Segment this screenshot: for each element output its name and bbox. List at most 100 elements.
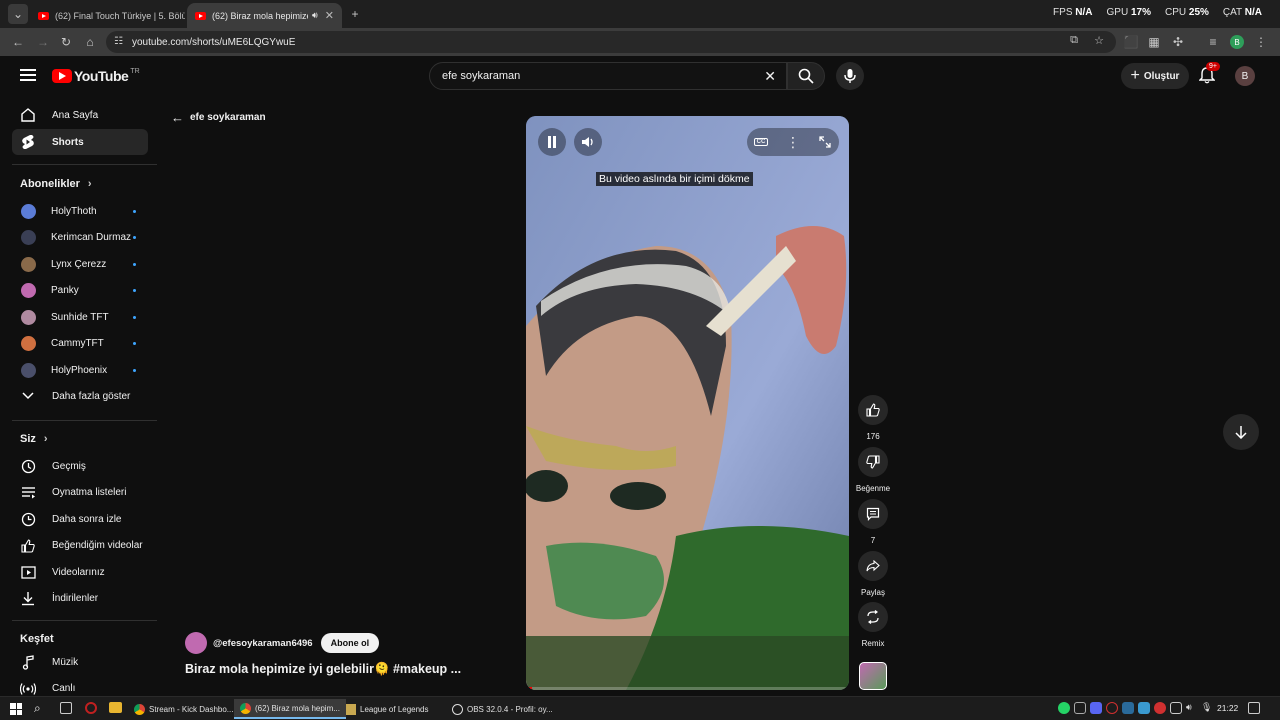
forward-icon[interactable]: →	[34, 33, 52, 51]
like-button[interactable]	[858, 395, 888, 425]
channel-avatar[interactable]	[185, 632, 207, 654]
bookmark-star-icon[interactable]: ☆	[1094, 34, 1104, 47]
address-bar[interactable]: ☷ youtube.com/shorts/uME6LQGYwuE ⧉ ☆	[106, 31, 1116, 53]
file-explorer-icon[interactable]	[109, 702, 122, 713]
extensions-puzzle-icon[interactable]: ✣	[1169, 33, 1187, 51]
install-app-icon[interactable]: ⧉	[1070, 34, 1078, 47]
like-action[interactable]: 176	[858, 395, 888, 441]
remix-button[interactable]	[858, 602, 888, 632]
taskbar-app-chrome-kick[interactable]: Stream - Kick Dashbo...	[128, 699, 239, 719]
share-action[interactable]: Paylaş	[858, 551, 888, 597]
mic-tray-icon[interactable]: 🎙︎	[1201, 702, 1213, 714]
tab-close-icon[interactable]: ✕	[319, 9, 334, 22]
clear-search-icon[interactable]: ✕	[764, 68, 776, 85]
sidebar-item-subscription[interactable]: Panky	[12, 278, 148, 304]
create-button[interactable]: + Oluştur	[1121, 63, 1189, 89]
channel-avatar	[21, 362, 36, 378]
taskbar-app-league[interactable]: League of Legends	[340, 699, 435, 719]
back-to-channel-link[interactable]: ← efe soykaraman	[171, 110, 266, 125]
browser-tab-active[interactable]: (62) Biraz mola hepimize iyi gelebilir 🔊…	[187, 3, 342, 28]
sidebar-item-subscription[interactable]: CammyTFT	[12, 331, 148, 357]
next-short-button[interactable]	[1223, 414, 1259, 450]
taskbar-app-icon[interactable]	[85, 702, 97, 714]
comments-action[interactable]: 7	[858, 499, 888, 545]
windows-start-icon[interactable]	[10, 703, 22, 715]
shorts-video-player[interactable]: CC ⋮ Bu video aslında bir içimi dökme	[526, 116, 849, 690]
network-tray-icon[interactable]	[1170, 702, 1182, 714]
channel-handle[interactable]: @efesoykaraman6496	[213, 638, 313, 649]
sidebar-item-clock[interactable]: Daha sonra izle	[12, 506, 148, 532]
show-more-button[interactable]: Daha fazla göster	[12, 383, 148, 409]
remix-action[interactable]: Remix	[858, 602, 888, 648]
notification-center-icon[interactable]	[1248, 702, 1260, 714]
short-title[interactable]: Biraz mola hepimize iyi gelebilir🫠 #make…	[185, 662, 461, 677]
discord-tray-icon[interactable]	[1090, 702, 1102, 714]
taskbar-app-chrome-youtube[interactable]: (62) Biraz mola hepim...	[234, 699, 346, 719]
progress-track[interactable]	[526, 687, 849, 690]
tab-audio-icon[interactable]: 🔊︎	[312, 10, 318, 21]
sidebar-item-home[interactable]: Ana Sayfa	[12, 102, 148, 128]
browser-tab[interactable]: (62) Final Touch Türkiye | 5. Bölüm ✕	[30, 3, 185, 28]
sidebar-item-shorts[interactable]: Shorts	[12, 129, 148, 155]
sidebar-item-subscription[interactable]: Kerimcan Durmaz	[12, 225, 148, 251]
pdf-extension-icon[interactable]: ⬛	[1122, 33, 1140, 51]
share-button[interactable]	[858, 551, 888, 581]
hamburger-menu-icon[interactable]	[20, 68, 36, 82]
sidebar-item-music[interactable]: Müzik	[12, 649, 148, 675]
subscribe-button[interactable]: Abone ol	[320, 633, 380, 653]
sound-thumbnail[interactable]	[859, 662, 887, 690]
taskbar-search-icon[interactable]: ⌕	[34, 701, 41, 716]
sidebar-item-like[interactable]: Beğendiğim videolar	[12, 533, 148, 559]
chrome-menu-icon[interactable]: ⋮	[1252, 33, 1270, 51]
search-button[interactable]	[787, 62, 825, 90]
comments-button[interactable]	[858, 499, 888, 529]
pause-button[interactable]	[538, 128, 566, 156]
tray-icon[interactable]	[1138, 702, 1150, 714]
sidebar-item-label: Canlı	[52, 683, 76, 694]
new-tab-icon[interactable]: +	[345, 4, 365, 24]
task-view-icon[interactable]	[60, 702, 72, 714]
media-control-icon[interactable]: ≡	[1204, 33, 1222, 51]
home-icon[interactable]: ⌂	[81, 33, 99, 51]
sidebar-item-subscription[interactable]: Sunhide TFT	[12, 304, 148, 330]
sidebar-item-subscription[interactable]: HolyPhoenix	[12, 357, 148, 383]
subscriptions-header[interactable]: Abonelikler ›	[20, 178, 92, 190]
sidebar-item-history[interactable]: Geçmiş	[12, 453, 148, 479]
whatsapp-tray-icon[interactable]	[1058, 702, 1070, 714]
sidebar-item-subscription[interactable]: Lynx Çerezz	[12, 251, 148, 277]
volume-tray-icon[interactable]: 🔊︎	[1186, 702, 1198, 714]
arrow-down-icon	[1235, 426, 1247, 439]
tray-icon[interactable]	[1074, 702, 1086, 714]
account-avatar[interactable]: B	[1235, 66, 1255, 86]
youtube-logo[interactable]: YouTube TR	[52, 68, 140, 84]
clock-time[interactable]: 21:22	[1217, 703, 1238, 713]
sidebar-item-download[interactable]: İndirilenler	[12, 586, 148, 612]
video-icon	[20, 564, 36, 580]
back-icon[interactable]: ←	[9, 33, 27, 51]
more-options-button[interactable]: ⋮	[779, 128, 807, 156]
youtube-favicon-icon	[195, 11, 206, 20]
profile-avatar[interactable]: B	[1228, 33, 1246, 51]
fullscreen-button[interactable]	[811, 128, 839, 156]
sidebar-item-subscription[interactable]: HolyThoth	[12, 198, 148, 224]
sidebar-item-video[interactable]: Videolarınız	[12, 559, 148, 585]
volume-button[interactable]	[574, 128, 602, 156]
chrome-icon	[240, 702, 251, 714]
dislike-button[interactable]	[858, 447, 888, 477]
record-tray-icon[interactable]	[1154, 702, 1166, 714]
taskbar-app-obs[interactable]: OBS 32.0.4 - Profil: oy...	[446, 699, 559, 719]
search-input[interactable]: efe soykaraman ✕	[429, 62, 787, 90]
profile-initial: B	[1230, 35, 1244, 49]
tray-icon[interactable]	[1106, 702, 1118, 714]
site-info-icon[interactable]: ☷	[114, 36, 123, 47]
steam-tray-icon[interactable]	[1122, 702, 1134, 714]
dislike-action[interactable]: Beğenme	[856, 447, 890, 493]
voice-search-button[interactable]	[836, 62, 864, 90]
tab-search-icon[interactable]: ⌄	[8, 4, 28, 24]
captions-button[interactable]: CC	[747, 128, 775, 156]
sidebar-item-playlist[interactable]: Oynatma listeleri	[12, 480, 148, 506]
notifications-button[interactable]: 9+	[1198, 62, 1220, 86]
you-header[interactable]: Siz ›	[20, 433, 48, 445]
reload-icon[interactable]: ↻	[57, 33, 75, 51]
extension-icon[interactable]: ▦	[1145, 33, 1163, 51]
